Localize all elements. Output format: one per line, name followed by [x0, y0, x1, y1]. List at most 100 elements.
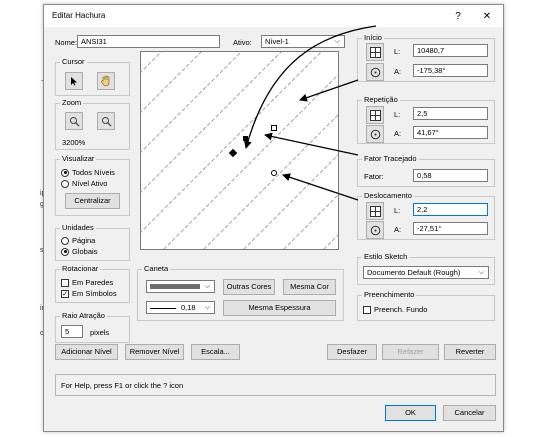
caneta-group: Caneta ⌵ Outras Cores Mesma Cor 0,18 ⌵ M…: [137, 264, 344, 321]
outras-cores-button[interactable]: Outras Cores: [223, 279, 275, 295]
caneta-group-title: Caneta: [142, 264, 171, 274]
inicio-A-label: A:: [394, 67, 402, 76]
mesma-espessura-button[interactable]: Mesma Espessura: [223, 300, 336, 316]
hatch-pattern: [141, 52, 338, 249]
help-status-text: For Help, press F1 or click the ? icon: [61, 381, 184, 390]
repeticao-A-field[interactable]: 41,67°: [413, 126, 488, 139]
arrow-cursor-button[interactable]: [65, 72, 83, 90]
checkbox-em-simbolos[interactable]: ✓ Em Símbolos: [61, 289, 117, 298]
raio-atracao-group-title: Raio Atração: [60, 311, 107, 321]
deslocamento-A-label: A:: [394, 225, 402, 234]
grid-icon: [369, 205, 381, 217]
checkbox-em-paredes[interactable]: Em Paredes: [61, 278, 113, 287]
active-label: Ativo:: [233, 38, 252, 47]
repeticao-L-field[interactable]: 2,5: [413, 107, 488, 120]
cursor-group: Cursor: [55, 57, 130, 96]
target-circle-icon: [370, 129, 380, 139]
remover-nivel-button[interactable]: Remover Nível: [125, 344, 184, 360]
target-circle-icon: [370, 225, 380, 235]
radio-indicator: [61, 247, 69, 256]
dialog-title: Editar Hachura: [52, 11, 106, 20]
grid-icon: [369, 109, 381, 121]
visualizar-group-title: Visualizar: [60, 154, 97, 164]
target-circle-icon: [370, 67, 380, 77]
unidades-group-title: Unidades: [60, 223, 96, 233]
grid-snap-button[interactable]: [366, 106, 384, 124]
line-width-value: 0,18: [181, 303, 196, 312]
help-status-box: For Help, press F1 or click the ? icon: [55, 374, 496, 396]
deslocamento-L-field[interactable]: 2,2: [413, 203, 488, 216]
handle-square-filled[interactable]: [243, 136, 248, 141]
title-bar: Editar Hachura ? ✕: [44, 5, 503, 27]
pixels-label: pixels: [90, 328, 110, 337]
chevron-down-icon: ⌵: [478, 269, 484, 276]
inicio-L-label: L:: [394, 47, 401, 56]
checkbox-label: Preench. Fundo: [374, 305, 428, 314]
radio-todos-niveis[interactable]: Todos Níveis: [61, 168, 115, 177]
reverter-button[interactable]: Reverter: [444, 344, 496, 360]
estilo-sketch-group: Estilo Sketch Documento Default (Rough) …: [357, 252, 495, 285]
rotacionar-group-title: Rotacionar: [60, 264, 101, 274]
active-level-value: Nível-1: [265, 37, 289, 46]
cursor-group-title: Cursor: [60, 57, 87, 67]
ok-button[interactable]: OK: [385, 405, 436, 421]
hand-icon: [101, 75, 110, 87]
color-swatch: [150, 284, 200, 289]
desfazer-button[interactable]: Desfazer: [327, 344, 377, 360]
pen-color-select[interactable]: ⌵: [146, 280, 215, 293]
chevron-down-icon: ⌵: [334, 38, 340, 45]
cancelar-button[interactable]: Cancelar: [443, 405, 496, 421]
handle-square-open[interactable]: [271, 125, 277, 131]
chevron-down-icon: ⌵: [204, 304, 210, 311]
checkbox-label: Em Símbolos: [72, 289, 117, 298]
fator-field[interactable]: 0,58: [413, 169, 488, 182]
sketch-style-select[interactable]: Documento Default (Rough) ⌵: [363, 266, 489, 279]
repeticao-group-title: Repetição: [362, 95, 400, 105]
checkbox-preench-fundo[interactable]: Preench. Fundo: [363, 305, 427, 314]
line-sample: [150, 308, 176, 309]
deslocamento-A-field[interactable]: -27,51°: [413, 222, 488, 235]
hatch-preview-canvas[interactable]: [140, 51, 339, 250]
escala-button[interactable]: Escala...: [191, 344, 240, 360]
checkbox-indicator: ✓: [61, 289, 69, 298]
magnifier-icon: [69, 116, 79, 126]
inicio-L-field[interactable]: 10480,7: [413, 44, 488, 57]
deslocamento-group: Deslocamento L: 2,2 A: -27,51°: [357, 191, 495, 240]
fator-tracejado-group: Fator Tracejado Fator: 0,58: [357, 154, 495, 187]
grid-snap-button[interactable]: [366, 43, 384, 61]
inicio-group: Início L: 10480,7 A: -175,38°: [357, 33, 495, 82]
adicionar-nivel-button[interactable]: Adicionar Nível: [55, 344, 118, 360]
angle-snap-button[interactable]: [366, 221, 384, 239]
zoom-percent: 3200%: [62, 138, 86, 147]
checkbox-label: Em Paredes: [72, 278, 114, 287]
pen-width-select[interactable]: 0,18 ⌵: [146, 301, 215, 314]
active-level-select[interactable]: Nível-1 ⌵: [261, 35, 345, 48]
close-button[interactable]: ✕: [476, 9, 498, 25]
pan-hand-button[interactable]: [97, 72, 115, 90]
centralizar-button[interactable]: Centralizar: [65, 193, 120, 209]
radio-pagina[interactable]: Página: [61, 236, 95, 245]
zoom-out-button[interactable]: [97, 112, 115, 130]
zoom-in-button[interactable]: [65, 112, 83, 130]
name-field[interactable]: ANSI31: [77, 35, 220, 48]
radio-globais[interactable]: Globais: [61, 247, 97, 256]
radio-label: Página: [72, 236, 96, 245]
grid-snap-button[interactable]: [366, 202, 384, 220]
zoom-group-title: Zoom: [60, 98, 84, 108]
name-label: Nome:: [55, 38, 78, 47]
preenchimento-group: Preenchimento Preench. Fundo: [357, 290, 495, 321]
repeticao-L-label: L:: [394, 110, 401, 119]
raio-atracao-field[interactable]: 5: [61, 325, 83, 338]
handle-circle[interactable]: [271, 170, 277, 176]
mesma-cor-button[interactable]: Mesma Cor: [283, 279, 336, 295]
radio-label: Nível Ativo: [72, 179, 108, 188]
help-button[interactable]: ?: [447, 9, 469, 25]
refazer-button[interactable]: Refazer: [382, 344, 439, 360]
angle-snap-button[interactable]: [366, 63, 384, 81]
inicio-A-field[interactable]: -175,38°: [413, 64, 488, 77]
radio-nivel-ativo[interactable]: Nível Ativo: [61, 179, 107, 188]
chevron-down-icon: ⌵: [204, 283, 210, 290]
magnifier-icon: [101, 116, 111, 126]
fator-label: Fator:: [364, 172, 384, 181]
angle-snap-button[interactable]: [366, 125, 384, 143]
